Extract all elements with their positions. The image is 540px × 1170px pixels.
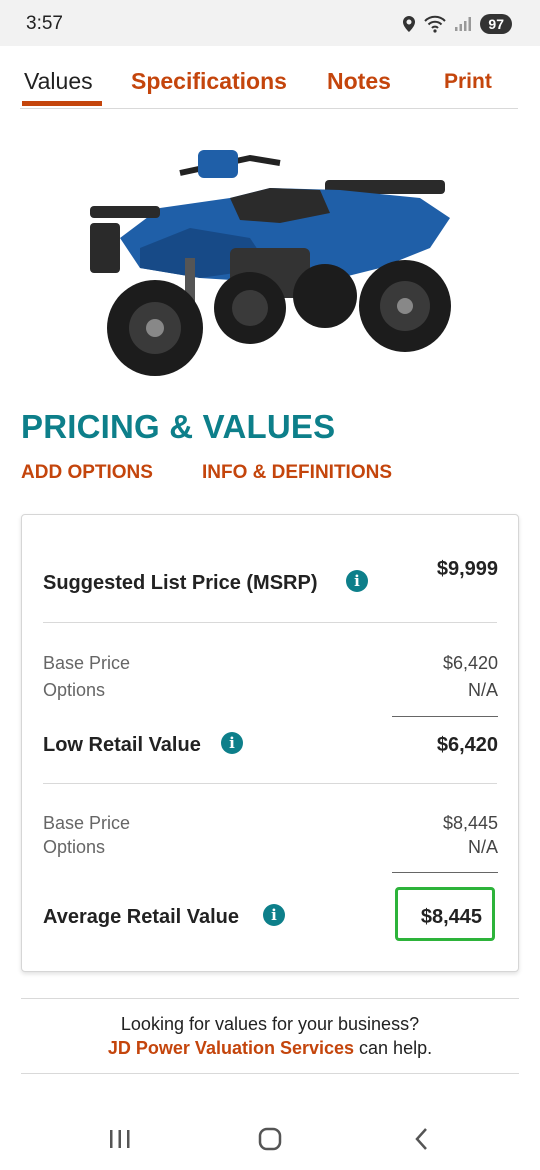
tab-bar: Values Specifications Notes Print xyxy=(20,60,518,109)
low-options-value: N/A xyxy=(467,680,498,700)
home-icon[interactable] xyxy=(256,1124,284,1154)
info-icon[interactable]: i xyxy=(346,570,368,592)
signal-icon xyxy=(455,17,472,31)
recent-apps-icon[interactable] xyxy=(107,1124,133,1154)
tab-values[interactable]: Values xyxy=(24,68,93,95)
pricing-card: Suggested List Price (MSRP) i $9,999 Bas… xyxy=(21,514,519,972)
avg-options-value: N/A xyxy=(467,837,498,857)
low-base-price-label: Base Price xyxy=(43,653,131,673)
avg-base-price-value: $8,445 xyxy=(442,813,498,833)
info-icon[interactable]: i xyxy=(221,732,243,754)
divider xyxy=(21,1073,519,1074)
wifi-icon xyxy=(424,15,447,33)
promo-suffix: can help. xyxy=(354,1038,433,1058)
info-definitions-link[interactable]: INFO & DEFINITIONS xyxy=(202,462,392,484)
low-subtotal-divider xyxy=(392,716,498,717)
avg-base-price-label: Base Price xyxy=(43,813,131,833)
info-icon[interactable]: i xyxy=(263,904,285,926)
status-icons: 97 xyxy=(402,14,512,34)
low-retail-value: $6,420 xyxy=(436,734,498,756)
tab-notes[interactable]: Notes xyxy=(327,68,391,95)
status-bar: 3:57 97 xyxy=(0,0,540,46)
low-base-price-value: $6,420 xyxy=(442,653,498,673)
back-icon[interactable] xyxy=(410,1124,434,1154)
divider xyxy=(43,783,497,784)
product-image xyxy=(90,150,451,376)
avg-options-label: Options xyxy=(43,837,106,857)
divider xyxy=(43,622,497,623)
divider xyxy=(21,998,519,999)
promo-text: Looking for values for your business? xyxy=(120,1014,420,1034)
system-nav-bar xyxy=(0,1110,540,1170)
tab-specifications[interactable]: Specifications xyxy=(131,68,287,95)
msrp-value: $9,999 xyxy=(436,558,498,580)
location-icon xyxy=(403,16,416,32)
average-retail-value: $8,445 xyxy=(420,906,482,928)
avg-subtotal-divider xyxy=(392,872,498,873)
low-options-label: Options xyxy=(43,680,106,700)
tab-print[interactable]: Print xyxy=(444,70,492,94)
low-retail-label: Low Retail Value xyxy=(43,734,201,756)
active-tab-indicator xyxy=(22,101,102,106)
jd-power-valuation-link[interactable]: JD Power Valuation Services xyxy=(108,1038,354,1058)
msrp-label: Suggested List Price (MSRP) xyxy=(43,572,318,594)
section-heading: PRICING & VALUES xyxy=(21,408,336,445)
status-time: 3:57 xyxy=(26,13,63,34)
add-options-link[interactable]: ADD OPTIONS xyxy=(21,462,153,484)
battery-indicator: 97 xyxy=(480,14,512,34)
promo-line: JD Power Valuation Services can help. xyxy=(0,1038,540,1059)
average-retail-label: Average Retail Value xyxy=(43,906,240,928)
